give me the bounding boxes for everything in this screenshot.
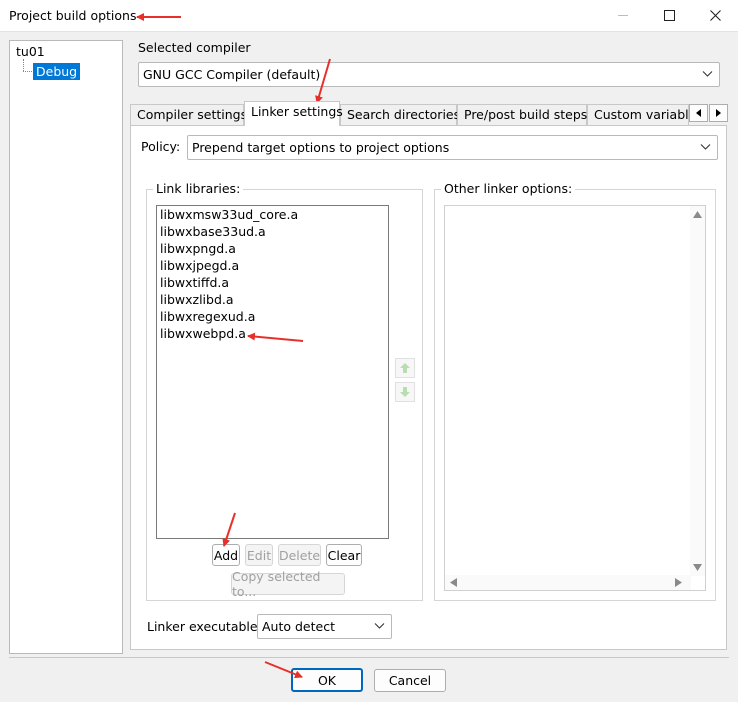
list-item[interactable]: libwxjpegd.a	[157, 257, 388, 274]
link-libraries-list[interactable]: libwxmsw33ud_core.a libwxbase33ud.a libw…	[156, 205, 389, 539]
close-button[interactable]	[692, 0, 738, 31]
tab-custom-variables[interactable]: Custom variable	[587, 104, 689, 125]
scroll-down-icon	[693, 564, 702, 571]
selected-compiler-label: Selected compiler	[138, 40, 251, 55]
tab-scroll-left-button[interactable]	[689, 104, 708, 122]
tab-pre-post-build-steps[interactable]: Pre/post build steps	[457, 104, 587, 125]
list-item[interactable]: libwxregexud.a	[157, 308, 388, 325]
compiler-select-value: GNU GCC Compiler (default)	[143, 67, 321, 82]
list-item[interactable]: libwxpngd.a	[157, 240, 388, 257]
title-bar: Project build options	[0, 0, 738, 32]
linker-executable-select[interactable]: Auto detect	[257, 614, 392, 639]
button-label: OK	[317, 672, 337, 688]
list-item[interactable]: libwxbase33ud.a	[157, 223, 388, 240]
scroll-left-icon	[450, 578, 457, 587]
tab-search-directories[interactable]: Search directories	[340, 104, 461, 125]
button-label: Edit	[246, 547, 272, 563]
tab-label: Custom variable	[594, 107, 689, 122]
tab-label: Search directories	[347, 107, 461, 122]
tree-connector	[23, 71, 32, 72]
clear-libraries-button[interactable]: Clear	[326, 544, 362, 566]
chevron-down-icon	[702, 69, 713, 80]
linker-executable-label: Linker executable:	[147, 619, 262, 634]
other-linker-options-input[interactable]	[444, 205, 706, 591]
options-panel: Selected compiler GNU GCC Compiler (defa…	[130, 36, 730, 650]
window-title: Project build options	[9, 8, 137, 23]
move-up-button[interactable]	[395, 358, 415, 378]
target-tree[interactable]: tu01 Debug	[9, 40, 123, 654]
policy-select-value: Prepend target options to project option…	[192, 140, 450, 155]
chevron-down-icon	[700, 142, 711, 153]
arrow-up-icon	[400, 363, 410, 373]
tab-label: Compiler settings	[137, 107, 248, 122]
scroll-up-icon	[693, 211, 702, 218]
tab-linker-settings[interactable]: Linker settings	[244, 101, 343, 126]
cancel-button[interactable]: Cancel	[374, 669, 446, 692]
tree-connector	[23, 59, 24, 71]
minimize-icon	[600, 0, 646, 31]
tree-item-project[interactable]: tu01	[16, 44, 45, 59]
button-label: Cancel	[388, 673, 432, 688]
button-label: Clear	[327, 547, 361, 563]
copy-selected-button[interactable]: Copy selected to...	[231, 569, 345, 599]
list-item[interactable]: libwxzlibd.a	[157, 291, 388, 308]
policy-select[interactable]: Prepend target options to project option…	[187, 135, 718, 160]
linker-executable-value: Auto detect	[262, 619, 335, 634]
button-label: Copy selected to...	[232, 569, 321, 599]
delete-library-button[interactable]: Delete	[278, 544, 321, 566]
list-item[interactable]: libwxwebpd.a	[157, 325, 388, 342]
link-libraries-group: Link libraries: libwxmsw33ud_core.a libw…	[146, 181, 423, 601]
policy-label: Policy:	[141, 139, 181, 154]
compiler-select[interactable]: GNU GCC Compiler (default)	[138, 62, 720, 87]
add-library-button[interactable]: Add	[212, 544, 240, 566]
other-linker-options-title: Other linker options:	[441, 181, 576, 196]
button-label: Delete	[278, 547, 321, 563]
list-item[interactable]: libwxmsw33ud_core.a	[157, 206, 388, 223]
linker-settings-page: Policy: Prepend target options to projec…	[130, 125, 727, 650]
footer-separator	[9, 657, 729, 658]
button-label: Add	[213, 547, 239, 563]
scroll-right-icon	[675, 578, 682, 587]
tree-item-debug[interactable]: Debug	[33, 63, 81, 80]
maximize-icon	[663, 10, 675, 21]
ok-button[interactable]: OK	[291, 668, 363, 692]
triangle-right-icon	[716, 109, 721, 117]
horizontal-scrollbar[interactable]	[445, 575, 691, 590]
move-down-button[interactable]	[395, 382, 415, 402]
tab-label: Pre/post build steps	[464, 107, 588, 122]
tab-label: Linker settings	[251, 104, 343, 119]
tab-bar: Compiler settings Linker settings Search…	[130, 101, 730, 126]
close-icon	[709, 10, 721, 21]
list-item[interactable]: libwxtiffd.a	[157, 274, 388, 291]
arrow-down-icon	[400, 387, 410, 397]
maximize-button[interactable]	[646, 0, 692, 31]
tab-scroll-right-button[interactable]	[709, 104, 728, 122]
link-libraries-title: Link libraries:	[153, 181, 244, 196]
triangle-left-icon	[696, 109, 701, 117]
chevron-down-icon	[374, 621, 385, 632]
edit-library-button[interactable]: Edit	[245, 544, 273, 566]
other-linker-options-group: Other linker options:	[434, 181, 716, 601]
vertical-scrollbar[interactable]	[690, 206, 705, 576]
tab-compiler-settings[interactable]: Compiler settings	[130, 104, 248, 125]
